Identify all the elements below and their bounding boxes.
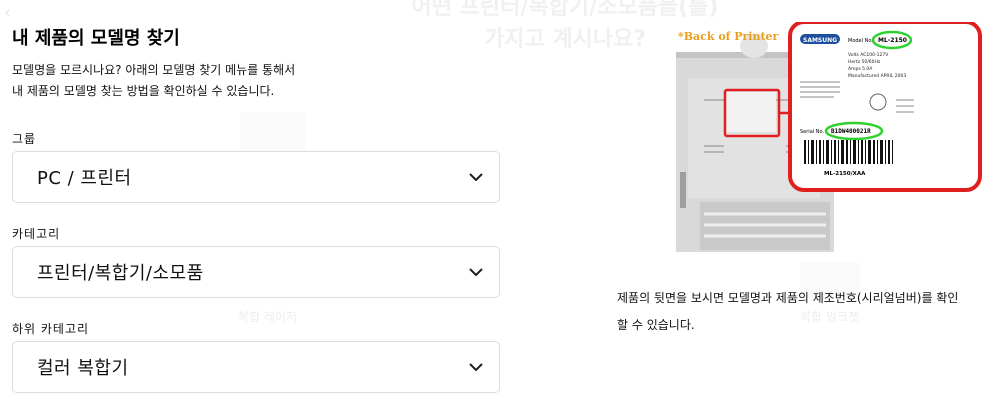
label-model-value: ML-2150: [878, 37, 907, 44]
background-product-image: [240, 112, 306, 152]
subcategory-label: 하위 카테고리: [12, 322, 90, 336]
background-caption-left: 복합 레이저: [238, 310, 298, 324]
finder-title: 내 제품의 모델명 찾기: [12, 28, 180, 49]
subcategory-select[interactable]: 컬러 복합기: [12, 341, 500, 393]
category-select-value: 프린터/복합기/소모품: [37, 263, 204, 284]
label-line-2: Hertz 50/60Hz: [848, 59, 881, 65]
label-line-3: Amps 5.0A: [848, 66, 873, 72]
chevron-down-icon: [469, 173, 483, 181]
label-line-4: Manufactured APRIL 2003: [848, 73, 906, 79]
back-chevron-icon: ‹: [4, 2, 12, 23]
printer-back-photo: *Back of Printer SAMSUNG Model No. ML-21…: [674, 22, 984, 254]
finder-description: 모델명을 모르시나요? 아래의 모델명 찾기 메뉴를 통해서 내 제품의 모델명…: [12, 60, 352, 102]
example-caption-line2: 할 수 있습니다.: [617, 318, 695, 332]
label-barcode-text: ML-2150/XAA: [824, 171, 866, 177]
subcategory-select-value: 컬러 복합기: [37, 358, 129, 379]
photo-heading: *Back of Printer: [678, 30, 779, 43]
group-select-value: PC / 프린터: [37, 168, 132, 189]
finder-description-line1: 모델명을 모르시나요? 아래의 모델명 찾기 메뉴를 통해서: [12, 63, 296, 77]
chevron-down-icon: [469, 268, 483, 276]
finder-description-line2: 내 제품의 모델명 찾는 방법을 확인하실 수 있습니다.: [12, 84, 275, 98]
group-select[interactable]: PC / 프린터: [12, 151, 500, 203]
background-heading-line1: 어떤 프린터/복합기/소모품을(를): [411, 0, 719, 20]
label-serial-value: B1DW400021R: [831, 128, 871, 135]
category-select[interactable]: 프린터/복합기/소모품: [12, 246, 500, 298]
example-caption: 제품의 뒷면을 보시면 모델명과 제품의 제조번호(시리얼넘버)를 확인 할 수…: [617, 285, 987, 339]
label-line-1: Volts AC100-127V: [848, 52, 889, 58]
category-label: 카테고리: [12, 227, 61, 241]
example-caption-line1: 제품의 뒷면을 보시면 모델명과 제품의 제조번호(시리얼넘버)를 확인: [617, 291, 959, 305]
label-model-label: Model No.: [848, 38, 873, 44]
group-label: 그룹: [12, 132, 37, 146]
chevron-down-icon: [469, 363, 483, 371]
label-serial-label: Serial No.: [800, 129, 824, 135]
label-brand: SAMSUNG: [803, 37, 837, 44]
